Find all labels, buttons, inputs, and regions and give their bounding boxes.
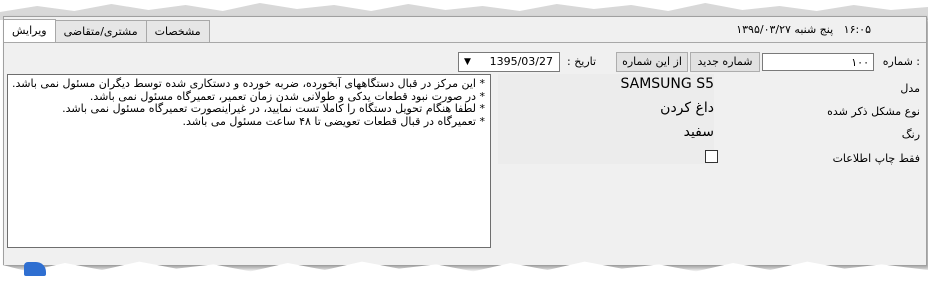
color-label: رنگ (901, 128, 920, 141)
problem-value: داغ کردن (660, 100, 714, 116)
tab-divider (4, 42, 926, 43)
tab-customer[interactable]: مشتری/متقاضی (54, 20, 147, 42)
model-label: مدل (900, 82, 920, 95)
model-value: SAMSUNG S5 (620, 76, 714, 92)
tab-edit[interactable]: ویرایش (4, 19, 56, 43)
tab-specifications[interactable]: مشخصات (145, 20, 210, 42)
date-select-value: 1395/03/27 (489, 55, 553, 68)
taskbar-corner (24, 262, 46, 276)
number-input[interactable] (762, 53, 874, 71)
from-number-button[interactable]: از این شماره (616, 52, 688, 72)
note-line: * لطفا هنگام تحویل دستگاه را کاملا تست ن… (62, 102, 485, 115)
number-label: شماره : (882, 55, 920, 68)
weekday-text: پنج شنبه (794, 23, 834, 36)
problem-label: نوع مشکل ذکر شده (827, 105, 920, 118)
new-number-button[interactable]: شماره جدید (690, 52, 760, 72)
tab-bar: ویرایش مشتری/متقاضی مشخصات (4, 19, 210, 43)
note-line: * تعمیرگاه در قبال قطعات تعویضی تا ۴۸ سا… (182, 114, 485, 128)
date-label: تاریخ : (567, 55, 597, 68)
terms-notes-textarea[interactable]: * این مرکز در قبال دستگاههای آبخورده، ضر… (7, 74, 491, 248)
chevron-down-icon: ▼ (464, 57, 471, 67)
color-value: سفید (683, 124, 714, 140)
print-only-checkbox[interactable] (705, 150, 718, 163)
repair-form-window: ویرایش مشتری/متقاضی مشخصات ۱۶:۰۵ پنج شنب… (3, 16, 927, 266)
note-line: * این مرکز در قبال دستگاههای آبخورده، ضر… (12, 77, 485, 90)
print-only-label: فقط چاپ اطلاعات (832, 152, 920, 165)
time-text: ۱۶:۰۵ (843, 23, 871, 36)
date-select[interactable]: ▼ 1395/03/27 (458, 52, 560, 72)
date-time-display: ۱۶:۰۵ پنج شنبه ۱۳۹۵/۰۳/۲۷ (736, 23, 871, 36)
date-text: ۱۳۹۵/۰۳/۲۷ (736, 23, 791, 36)
